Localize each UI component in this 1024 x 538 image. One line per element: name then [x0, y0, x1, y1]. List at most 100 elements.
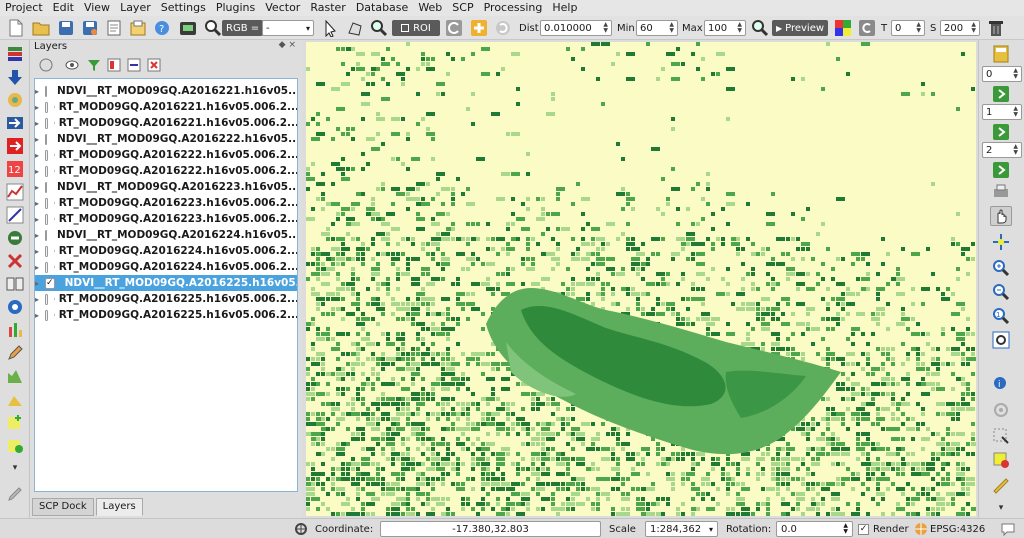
menu-help[interactable]: Help: [547, 0, 582, 16]
menu-processing[interactable]: Processing: [479, 0, 548, 16]
layer-visibility-checkbox[interactable]: [45, 117, 48, 129]
layer-visibility-checkbox[interactable]: [45, 165, 48, 177]
expand-arrow-icon[interactable]: ▸: [35, 183, 39, 192]
layer-row[interactable]: ▸ RT_MOD09GQ.A2016221.h16v05.006.2...: [35, 115, 297, 131]
layer-visibility-checkbox[interactable]: [45, 101, 48, 113]
menu-layer[interactable]: Layer: [115, 0, 156, 16]
tab-scp-dock[interactable]: SCP Dock: [32, 498, 94, 516]
zoom-full-icon[interactable]: [990, 330, 1012, 350]
chevron-down-icon[interactable]: ▾: [5, 458, 25, 478]
undo-roi-icon[interactable]: [444, 18, 464, 38]
bar-chart-icon[interactable]: [5, 320, 25, 340]
menu-raster[interactable]: Raster: [305, 0, 350, 16]
menu-scp[interactable]: SCP: [447, 0, 478, 16]
expand-arrow-icon[interactable]: ▸: [35, 215, 39, 224]
render-checkbox[interactable]: ✓: [858, 521, 869, 537]
layer-row[interactable]: ▸ RT_MOD09GQ.A2016224.h16v05.006.2...: [35, 243, 297, 259]
deselect-icon[interactable]: [990, 450, 1012, 470]
spectral-plot-icon[interactable]: [5, 182, 25, 202]
edit-raster-icon[interactable]: [5, 366, 25, 386]
s-input[interactable]: 200 ▲ ▼: [940, 20, 980, 36]
measure-icon[interactable]: [990, 476, 1012, 496]
next-band-icon[interactable]: [990, 84, 1012, 104]
t-input[interactable]: 0 ▲ ▼: [891, 20, 925, 36]
coordinate-toggle-icon[interactable]: [294, 521, 308, 537]
print-composer-icon[interactable]: [104, 18, 124, 38]
expand-arrow-icon[interactable]: ▸: [35, 103, 39, 112]
expand-arrow-icon[interactable]: ▸: [35, 135, 39, 144]
chevron-down-icon[interactable]: ▾: [990, 498, 1012, 518]
menu-view[interactable]: View: [79, 0, 115, 16]
layer-row[interactable]: ▸ RT_MOD09GQ.A2016222.h16v05.006.2...: [35, 147, 297, 163]
preprocessing-icon[interactable]: [5, 113, 25, 133]
collapse-all-icon[interactable]: [146, 57, 162, 73]
expand-arrow-icon[interactable]: ▸: [35, 247, 39, 256]
expand-arrow-icon[interactable]: ▸: [35, 119, 39, 128]
menu-database[interactable]: Database: [351, 0, 414, 16]
crs-globe-icon[interactable]: [914, 521, 928, 537]
scale-combo[interactable]: 1:284,362 ▾: [645, 521, 718, 537]
eye-icon[interactable]: [64, 57, 80, 73]
zoom-in-icon[interactable]: [990, 258, 1012, 278]
layer-visibility-checkbox[interactable]: [45, 293, 48, 305]
next-band-icon[interactable]: [990, 122, 1012, 142]
menu-web[interactable]: Web: [413, 0, 447, 16]
max-input[interactable]: 100 ▲ ▼: [704, 20, 746, 36]
scp-toolbox-icon[interactable]: [178, 18, 198, 38]
menu-project[interactable]: Project: [0, 0, 48, 16]
layer-row[interactable]: ▸ RT_MOD09GQ.A2016222.h16v05.006.2...: [35, 163, 297, 179]
expand-arrow-icon[interactable]: ▸: [35, 151, 39, 160]
band-set-icon[interactable]: [5, 44, 25, 64]
expand-arrow-icon[interactable]: ▸: [35, 263, 39, 272]
layer-row[interactable]: ▸ NDVI__RT_MOD09GQ.A2016222.h16v05...: [35, 131, 297, 147]
composer-manager-icon[interactable]: [128, 18, 148, 38]
menu-vector[interactable]: Vector: [260, 0, 305, 16]
zoom-band-icon[interactable]: [203, 18, 223, 38]
add-layer-icon[interactable]: [5, 435, 25, 455]
layer-row[interactable]: ▸ RT_MOD09GQ.A2016223.h16v05.006.2...: [35, 211, 297, 227]
menu-settings[interactable]: Settings: [156, 0, 211, 16]
save-as-icon[interactable]: [80, 18, 100, 38]
layer-row[interactable]: ▸ RT_MOD09GQ.A2016221.h16v05.006.2...: [35, 99, 297, 115]
user-manual-icon[interactable]: [5, 274, 25, 294]
classification-icon[interactable]: [5, 389, 25, 409]
band-spin-2[interactable]: 2 ▲ ▼: [982, 142, 1022, 158]
expand-arrow-icon[interactable]: ▸: [35, 311, 39, 320]
layer-visibility-checkbox[interactable]: [45, 229, 48, 241]
style-manager-icon[interactable]: [38, 57, 54, 73]
zoom-preview-icon[interactable]: [750, 18, 770, 38]
layer-visibility-checkbox[interactable]: [45, 181, 48, 193]
add-roi-icon[interactable]: [469, 18, 489, 38]
layer-row[interactable]: ▸ RT_MOD09GQ.A2016224.h16v05.006.2...: [35, 259, 297, 275]
rgb-combo[interactable]: - ▾: [262, 20, 314, 36]
crs-label[interactable]: EPSG:4326: [930, 521, 985, 537]
add-signature-icon[interactable]: [5, 412, 25, 432]
layer-row[interactable]: ▸ RT_MOD09GQ.A2016223.h16v05.006.2...: [35, 195, 297, 211]
rotation-field[interactable]: 0.0 ▲ ▼: [776, 521, 853, 537]
redo-roi-icon[interactable]: [493, 18, 513, 38]
layer-visibility-checkbox[interactable]: ✓: [45, 277, 55, 289]
roi-button[interactable]: ROI: [392, 20, 440, 36]
messages-icon[interactable]: [1000, 521, 1016, 537]
redo-preview-icon[interactable]: [857, 18, 877, 38]
identify-icon[interactable]: i: [990, 374, 1012, 394]
zoom-roi-icon[interactable]: [369, 18, 389, 38]
tab-layers[interactable]: Layers: [95, 498, 143, 516]
pan-to-selection-icon[interactable]: [990, 232, 1012, 252]
pan-hand-icon[interactable]: [990, 206, 1012, 226]
postprocessing-icon[interactable]: 12: [5, 159, 25, 179]
select-rectangle-icon[interactable]: [990, 426, 1012, 446]
tools-icon[interactable]: [5, 90, 25, 110]
layer-visibility-checkbox[interactable]: [45, 85, 48, 97]
filter-icon[interactable]: [86, 57, 102, 73]
print-icon[interactable]: [990, 182, 1012, 202]
expand-arrow-icon[interactable]: ▸: [35, 167, 39, 176]
layer-row[interactable]: ▸ RT_MOD09GQ.A2016225.h16v05.006.2...: [35, 307, 297, 323]
rgb-button[interactable]: RGB =: [222, 20, 264, 36]
zoom-native-icon[interactable]: 1: [990, 306, 1012, 326]
filter-expression-icon[interactable]: [106, 57, 122, 73]
min-input[interactable]: 60 ▲ ▼: [636, 20, 678, 36]
preview-button[interactable]: ▶ Preview: [772, 20, 828, 36]
calculator-icon[interactable]: [990, 44, 1012, 64]
batch-icon[interactable]: [5, 228, 25, 248]
